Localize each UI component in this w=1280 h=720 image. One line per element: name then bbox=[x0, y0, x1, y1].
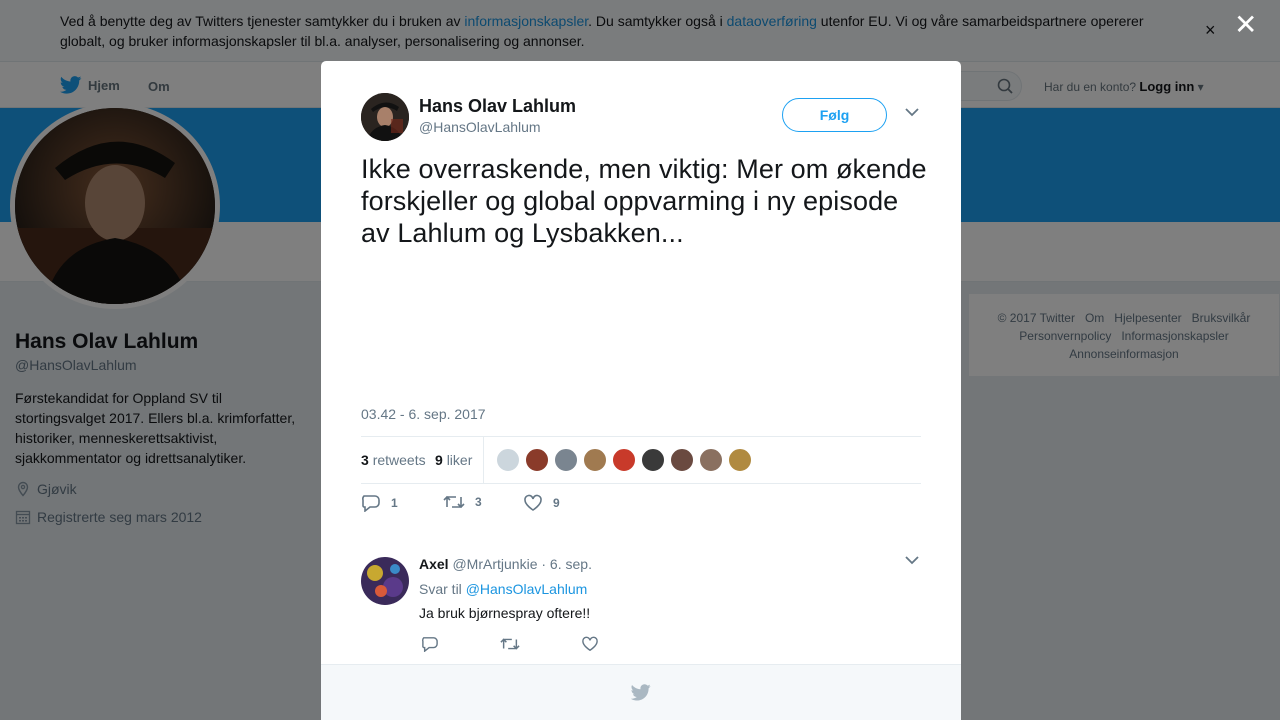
tweet-timestamp[interactable]: 03.42 - 6. sep. 2017 bbox=[361, 406, 486, 422]
modal-footer bbox=[321, 664, 961, 720]
retweet-icon bbox=[443, 495, 465, 509]
tweet-text: Ikke overraskende, men viktig: Mer om øk… bbox=[361, 154, 927, 248]
tweet-modal: Hans Olav Lahlum @HansOlavLahlum Følg Ik… bbox=[321, 61, 961, 720]
liker-avatar[interactable] bbox=[728, 448, 752, 472]
tweet-stats: 3 retweets 9 liker bbox=[361, 436, 921, 484]
follow-button[interactable]: Følg bbox=[782, 98, 887, 132]
chevron-down-icon[interactable] bbox=[905, 107, 919, 117]
liker-avatar[interactable] bbox=[670, 448, 694, 472]
reply-author-handle[interactable]: @MrArtjunkie bbox=[452, 556, 537, 572]
reply-author-name[interactable]: Axel bbox=[419, 556, 449, 572]
reply-icon[interactable] bbox=[421, 636, 439, 652]
retweet-button[interactable]: 3 bbox=[443, 494, 482, 510]
reply-button[interactable]: 1 bbox=[361, 494, 398, 512]
retweets-stat[interactable]: 3 retweets bbox=[361, 452, 426, 468]
reply-author-avatar[interactable] bbox=[361, 557, 409, 605]
reply-to: Svar til @HansOlavLahlum bbox=[419, 581, 588, 597]
reply-to-handle[interactable]: @HansOlavLahlum bbox=[466, 581, 588, 597]
reply-date[interactable]: · 6. sep. bbox=[541, 556, 592, 572]
tweet-author-name[interactable]: Hans Olav Lahlum bbox=[419, 96, 576, 117]
liker-avatar[interactable] bbox=[554, 448, 578, 472]
retweet-icon[interactable] bbox=[500, 636, 520, 652]
like-button[interactable]: 9 bbox=[523, 494, 560, 512]
heart-icon bbox=[524, 494, 542, 511]
liker-avatar[interactable] bbox=[612, 448, 636, 472]
twitter-bird-icon bbox=[631, 684, 651, 701]
likes-stat[interactable]: 9 liker bbox=[435, 452, 472, 468]
liker-avatar[interactable] bbox=[496, 448, 520, 472]
avatar-image bbox=[361, 557, 409, 605]
chevron-down-icon[interactable] bbox=[905, 555, 919, 565]
liker-avatar[interactable] bbox=[583, 448, 607, 472]
liker-avatar[interactable] bbox=[525, 448, 549, 472]
reply-header: Axel @MrArtjunkie · 6. sep. bbox=[419, 556, 592, 572]
tweet-author-avatar[interactable] bbox=[361, 93, 409, 141]
divider bbox=[483, 437, 484, 483]
reply-text: Ja bruk bjørnespray oftere!! bbox=[419, 605, 591, 621]
reply-icon bbox=[362, 495, 380, 512]
tweet-author-handle[interactable]: @HansOlavLahlum bbox=[419, 119, 541, 135]
liker-avatars bbox=[496, 448, 752, 472]
liker-avatar[interactable] bbox=[699, 448, 723, 472]
liker-avatar[interactable] bbox=[641, 448, 665, 472]
heart-icon[interactable] bbox=[581, 636, 599, 652]
close-icon[interactable]: ✕ bbox=[1234, 11, 1257, 39]
avatar-image bbox=[361, 93, 409, 141]
